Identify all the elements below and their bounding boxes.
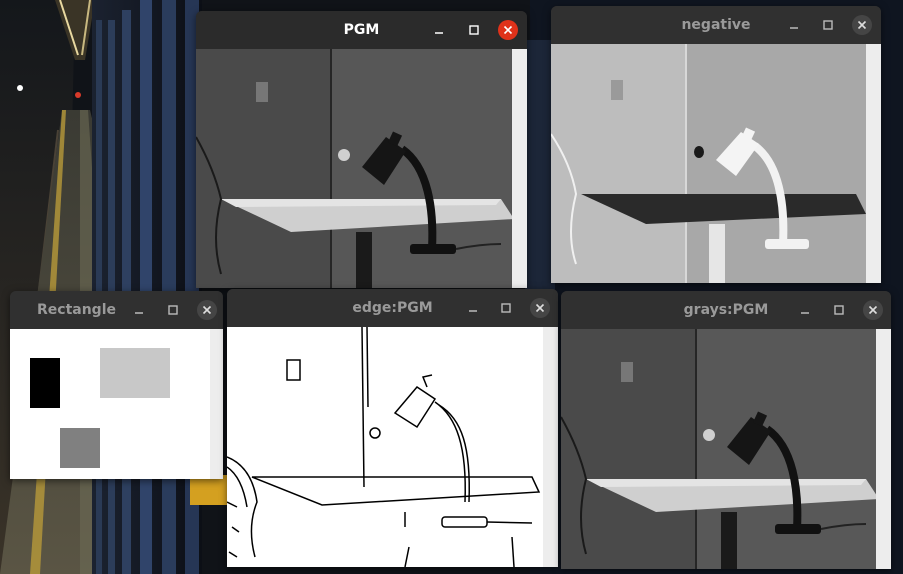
minimize-icon [469,310,477,312]
close-icon [868,305,878,315]
minimize-icon [135,312,143,314]
image-canvas [196,49,527,288]
close-button[interactable] [197,300,217,320]
maximize-icon [501,303,511,313]
minimize-button[interactable] [784,15,804,35]
close-icon [503,25,513,35]
grays-image [561,329,891,569]
close-icon [202,305,212,315]
titlebar[interactable]: grays:PGM [561,291,891,329]
window-title: Rectangle [37,302,116,318]
window-negative[interactable]: negative [551,6,881,283]
titlebar[interactable]: PGM [196,11,527,49]
edge-image [227,327,558,567]
close-button[interactable] [530,298,550,318]
minimize-button[interactable] [795,300,815,320]
titlebar[interactable]: negative [551,6,881,44]
titlebar[interactable]: Rectangle [10,291,223,329]
image-canvas [561,329,891,569]
maximize-icon [834,305,844,315]
image-canvas [227,327,558,567]
maximize-button[interactable] [496,298,516,318]
maximize-icon [469,25,479,35]
light-gray-rectangle [100,348,170,398]
maximize-button[interactable] [464,20,484,40]
image-canvas [551,44,881,283]
minimize-icon [790,27,798,29]
close-button[interactable] [863,300,883,320]
black-rectangle [30,358,60,408]
minimize-button[interactable] [429,20,449,40]
minimize-button[interactable] [463,298,483,318]
maximize-icon [168,305,178,315]
maximize-button[interactable] [163,300,183,320]
window-grays[interactable]: grays:PGM [561,291,891,569]
window-pgm[interactable]: PGM [196,11,527,288]
image-canvas [10,329,223,479]
close-icon [535,303,545,313]
close-icon [857,20,867,30]
minimize-icon [801,312,809,314]
maximize-button[interactable] [818,15,838,35]
close-button[interactable] [498,20,518,40]
window-edge[interactable]: edge:PGM [227,289,558,567]
negative-image [551,44,881,283]
pgm-image [196,49,527,288]
mid-gray-rectangle [60,428,100,468]
maximize-button[interactable] [829,300,849,320]
titlebar[interactable]: edge:PGM [227,289,558,327]
window-rectangle[interactable]: Rectangle [10,291,223,479]
minimize-button[interactable] [129,300,149,320]
rectangle-image [10,329,223,479]
minimize-icon [435,32,443,34]
maximize-icon [823,20,833,30]
close-button[interactable] [852,15,872,35]
